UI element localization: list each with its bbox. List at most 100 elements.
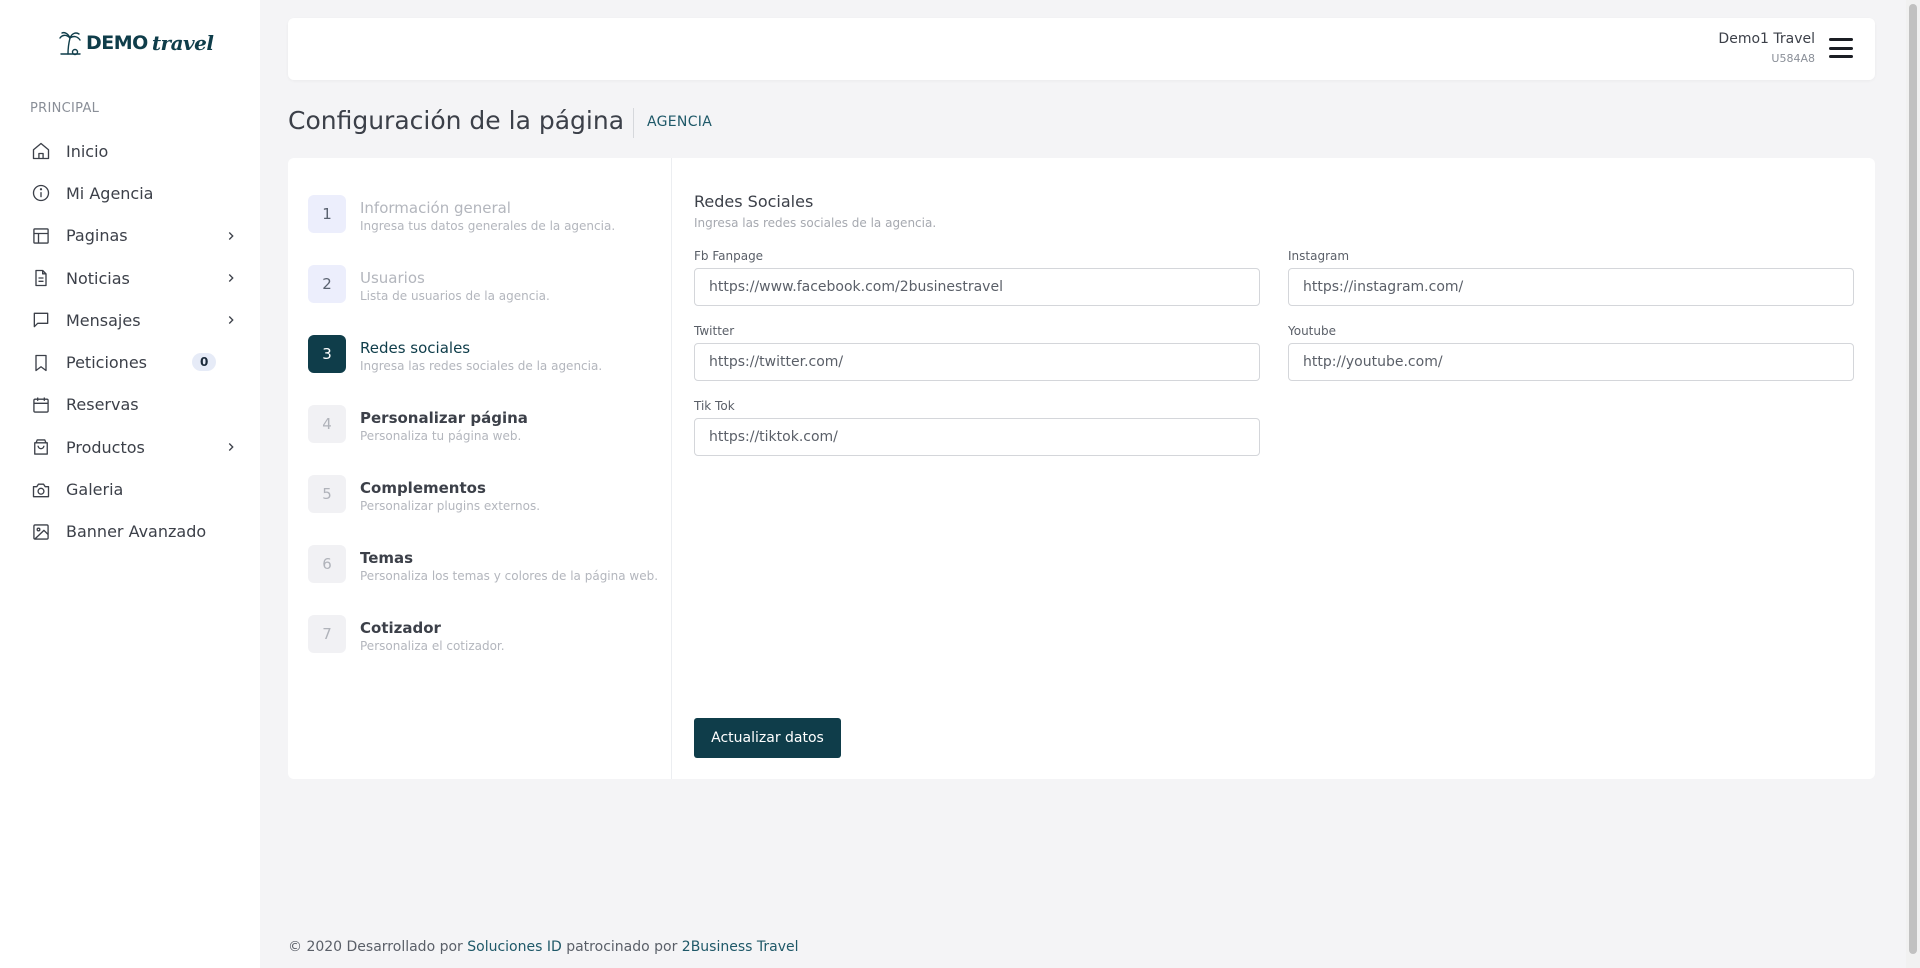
step-subtitle: Ingresa las redes sociales de la agencia… [360,359,603,373]
sidebar-item-peticiones[interactable]: Peticiones 0 [0,341,260,383]
instagram-input[interactable] [1288,268,1854,306]
social-form-header: Redes Sociales Ingresa las redes sociale… [694,192,1854,230]
scrollbar-thumb[interactable] [1909,4,1917,954]
tiktok-label: Tik Tok [694,399,735,413]
step-number: 7 [308,615,346,653]
sidebar-item-label: Productos [66,437,145,457]
youtube-label: Youtube [1288,324,1336,338]
step-title: Redes sociales [360,339,471,357]
shopping-bag-icon [30,436,52,458]
update-data-button[interactable]: Actualizar datos [694,718,841,758]
info-icon [30,182,52,204]
peticiones-count-badge: 0 [192,353,217,372]
step-subtitle: Personaliza tu página web. [360,429,522,443]
sidebar-item-reservas[interactable]: Reservas [0,384,260,426]
message-icon [30,309,52,331]
sidebar-item-noticias[interactable]: Noticias [0,257,260,299]
title-divider [633,108,634,138]
footer-middle: patrocinado por [566,939,678,955]
footer-link-soluciones-id[interactable]: Soluciones ID [467,939,562,955]
step-title: Cotizador [360,619,441,637]
fb-fanpage-field-group: Fb Fanpage [694,249,1260,306]
sidebar-item-banner-avanzado[interactable]: Banner Avanzado [0,511,260,553]
sidebar-item-label: Reservas [66,395,139,415]
footer-prefix: © 2020 Desarrollado por [288,939,463,955]
image-icon [30,521,52,543]
sidebar-item-productos[interactable]: Productos [0,426,260,468]
home-icon [30,140,52,162]
top-bar: Demo1 Travel U584A8 [288,18,1875,80]
step-title: Temas [360,549,414,567]
layout-icon [30,225,52,247]
sidebar-item-label: Paginas [66,226,128,246]
user-code: U584A8 [1771,52,1815,65]
fb-fanpage-label: Fb Fanpage [694,249,764,263]
page-title: Configuración de la página [288,106,625,135]
step-title: Complementos [360,479,486,497]
step-number: 5 [308,475,346,513]
step-number: 3 [308,335,346,373]
user-name[interactable]: Demo1 Travel [1718,31,1815,47]
breadcrumb[interactable]: AGENCIA [647,114,712,130]
calendar-icon [30,394,52,416]
step-informacion-general[interactable]: 1 Información general Ingresa tus datos … [308,195,668,255]
step-title: Información general [360,199,511,217]
footer-link-2business-travel[interactable]: 2Business Travel [682,939,799,955]
page-scrollbar[interactable] [1906,0,1920,968]
sidebar-item-inicio[interactable]: Inicio [0,130,260,172]
step-subtitle: Personaliza los temas y colores de la pá… [360,569,659,583]
step-redes-sociales[interactable]: 3 Redes sociales Ingresa las redes socia… [308,335,668,395]
youtube-input[interactable] [1288,343,1854,381]
sidebar-item-mi-agencia[interactable]: Mi Agencia [0,172,260,214]
brand-demo: DEMO [86,32,148,54]
palm-tree-icon [59,31,81,56]
step-temas[interactable]: 6 Temas Personaliza los temas y colores … [308,545,668,605]
step-cotizador[interactable]: 7 Cotizador Personaliza el cotizador. [308,615,668,675]
sidebar-item-label: Galeria [66,480,124,500]
fb-fanpage-input[interactable] [694,268,1260,306]
bookmark-icon [30,352,52,374]
footer: © 2020 Desarrollado por Soluciones ID pa… [288,939,799,955]
form-subtitle: Ingresa las redes sociales de la agencia… [694,216,937,230]
sidebar-item-paginas[interactable]: Paginas [0,215,260,257]
chevron-right-icon [228,231,234,240]
sidebar-nav: Inicio Mi Agencia Paginas Noticias Mensa… [0,130,260,553]
sidebar-item-label: Inicio [66,141,109,161]
step-title: Usuarios [360,269,425,287]
step-personalizar-pagina[interactable]: 4 Personalizar página Personaliza tu pág… [308,405,668,465]
step-subtitle: Personaliza el cotizador. [360,639,505,653]
step-usuarios[interactable]: 2 Usuarios Lista de usuarios de la agenc… [308,265,668,325]
step-number: 2 [308,265,346,303]
sidebar: DEMO travel PRINCIPAL Inicio Mi Agencia … [0,0,260,968]
step-complementos[interactable]: 5 Complementos Personalizar plugins exte… [308,475,668,535]
menu-icon[interactable] [1829,38,1853,58]
twitter-field-group: Twitter [694,324,1260,381]
step-number: 6 [308,545,346,583]
nav-section-label: PRINCIPAL [30,101,100,116]
sidebar-item-galeria[interactable]: Galeria [0,468,260,510]
tiktok-input[interactable] [694,418,1260,456]
step-title: Personalizar página [360,409,528,427]
chevron-right-icon [228,316,234,325]
brand-logo[interactable]: DEMO travel [58,28,214,58]
step-number: 4 [308,405,346,443]
sidebar-item-label: Noticias [66,268,130,288]
sidebar-item-label: Mi Agencia [66,183,154,203]
step-subtitle: Personalizar plugins externos. [360,499,541,513]
sidebar-item-label: Banner Avanzado [66,522,207,542]
form-title: Redes Sociales [694,192,814,211]
camera-icon [30,479,52,501]
settings-card: 1 Información general Ingresa tus datos … [288,158,1875,779]
step-number: 1 [308,195,346,233]
instagram-label: Instagram [1288,249,1350,263]
document-icon [30,267,52,289]
chevron-right-icon [228,274,234,282]
step-subtitle: Ingresa tus datos generales de la agenci… [360,219,616,233]
brand-travel: travel [151,31,214,55]
youtube-field-group: Youtube [1288,324,1854,381]
twitter-input[interactable] [694,343,1260,381]
wizard-steps: 1 Información general Ingresa tus datos … [288,158,672,779]
twitter-label: Twitter [694,324,735,338]
sidebar-item-label: Mensajes [66,310,141,330]
sidebar-item-mensajes[interactable]: Mensajes [0,299,260,341]
